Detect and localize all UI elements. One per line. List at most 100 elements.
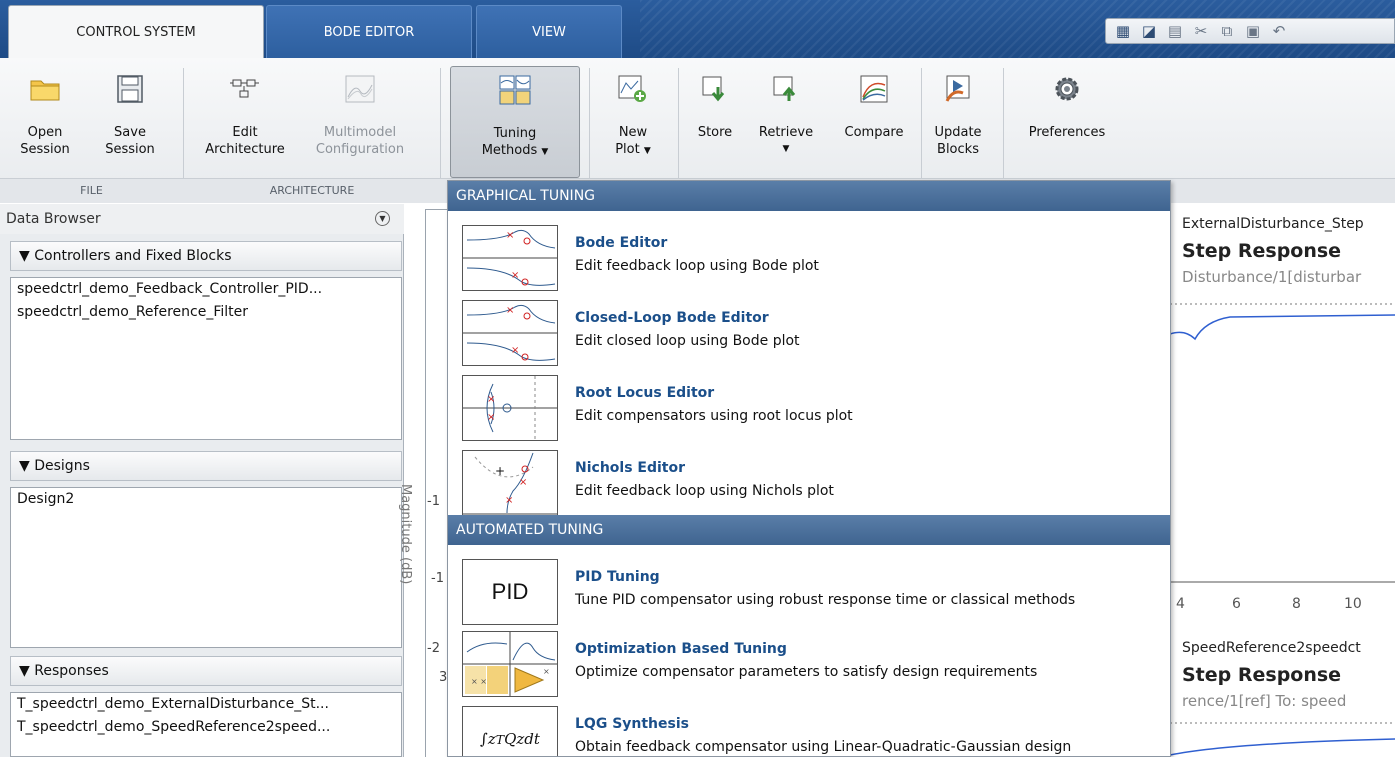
update-blocks-icon [941, 72, 975, 106]
plot-subtitle: Disturbance/1[disturbar [1182, 268, 1362, 286]
svg-text:+: + [495, 464, 505, 478]
bode-editor-icon: × × [462, 225, 558, 291]
closed-loop-bode-icon: × × [462, 300, 558, 366]
step-response-axes-top [1170, 303, 1395, 583]
list-item[interactable]: Design2 [11, 488, 401, 511]
dropdown-arrow-icon: ▼ [643, 146, 651, 156]
layout-icon[interactable]: ▦ [1112, 21, 1134, 41]
list-item[interactable]: T_speedctrl_demo_SpeedReference2speed... [11, 716, 401, 739]
plot-title: SpeedReference2speedct [1182, 640, 1361, 656]
collapse-arrow-icon: ▼ [19, 458, 30, 474]
menu-section-graphical-tuning: GRAPHICAL TUNING [448, 181, 1170, 211]
compare-icon [857, 72, 891, 106]
menu-item-optimization-based-tuning[interactable]: × × × Optimization Based Tuning Optimize … [448, 627, 1170, 702]
data-browser-header: Data Browser ▼ [0, 204, 404, 234]
section-header-designs[interactable]: ▼ Designs [10, 451, 402, 481]
new-plot-icon [616, 72, 650, 106]
menu-item-nichols-editor[interactable]: + × × Nichols Editor Edit feedback loop us… [448, 446, 1170, 521]
cut-icon[interactable]: ✂ [1190, 21, 1212, 41]
root-locus-icon: × × [462, 375, 558, 441]
gear-icon [1050, 72, 1084, 106]
group-label-file: FILE [80, 184, 103, 197]
menu-item-bode-editor[interactable]: × × Bode Editor Edit feedback loop using … [448, 221, 1170, 296]
collapse-arrow-icon: ▼ [19, 663, 30, 679]
optimization-icon: × × × [462, 631, 558, 697]
architecture-icon [228, 72, 262, 106]
y-tick-label: -2 [427, 641, 440, 656]
tuning-methods-icon [498, 73, 532, 107]
svg-text:×: × [487, 394, 495, 405]
dropdown-arrow-icon: ▼ [541, 147, 549, 157]
designs-list: Design2 [10, 487, 402, 648]
svg-text:×: × [511, 270, 519, 281]
copy-icon[interactable]: ⧉ [1216, 21, 1238, 41]
tab-view[interactable]: VIEW [476, 5, 622, 58]
toolstrip-tab-bar: CONTROL SYSTEM BODE EDITOR VIEW ▦ ◪ ▤ ✂ … [0, 0, 1395, 58]
list-item[interactable]: T_speedctrl_demo_ExternalDisturbance_St.… [11, 693, 401, 716]
y-tick-label: -1 [431, 571, 444, 586]
lqg-formula-icon: ∫z T Qzdt [462, 706, 558, 756]
group-label-architecture: ARCHITECTURE [269, 184, 355, 197]
quick-access-toolbar: ▦ ◪ ▤ ✂ ⧉ ▣ ↶ [1105, 18, 1395, 44]
tab-control-system[interactable]: CONTROL SYSTEM [8, 5, 264, 58]
x-tick-label: 4 [1176, 596, 1185, 612]
menu-item-root-locus-editor[interactable]: × × Root Locus Editor Edit compensators u… [448, 371, 1170, 446]
new-window-icon[interactable]: ◪ [1138, 21, 1160, 41]
y-tick-label: -1 [427, 494, 440, 509]
svg-text:×: × [506, 305, 514, 316]
paste-icon[interactable]: ▣ [1242, 21, 1264, 41]
list-item[interactable]: speedctrl_demo_Reference_Filter [11, 301, 401, 324]
menu-item-lqg-synthesis[interactable]: ∫z T Qzdt LQG Synthesis Obtain feedback co… [448, 702, 1170, 756]
x-tick-label: 10 [1344, 596, 1362, 612]
collapse-arrow-icon: ▼ [19, 248, 30, 264]
menu-section-automated-tuning: AUTOMATED TUNING [448, 515, 1170, 545]
svg-text:×: × [487, 412, 495, 423]
edit-architecture-button[interactable]: Edit Architecture [198, 72, 292, 158]
step-response-axes-bottom [1170, 722, 1395, 756]
svg-text:× ×: × × [471, 677, 487, 686]
list-item[interactable]: speedctrl_demo_Feedback_Controller_PID..… [11, 278, 401, 301]
plot-title: ExternalDisturbance_Step [1182, 216, 1364, 232]
update-blocks-button[interactable]: Update Blocks [927, 72, 989, 158]
step-response-plots: ExternalDisturbance_Step Step Response D… [1170, 204, 1395, 757]
retrieve-icon [769, 72, 803, 106]
x-tick-label: 6 [1232, 596, 1241, 612]
control-system-designer-window: CONTROL SYSTEM BODE EDITOR VIEW ▦ ◪ ▤ ✂ … [0, 0, 1395, 757]
y-axis-label: Magnitude (dB) [398, 484, 413, 585]
svg-text:×: × [543, 667, 550, 676]
preferences-button[interactable]: Preferences [1013, 72, 1121, 141]
tuning-methods-menu: GRAPHICAL TUNING × × Bode Editor Edit fee… [447, 180, 1171, 757]
x-tick-label: 8 [1292, 596, 1301, 612]
plot-heading: Step Response [1182, 664, 1342, 686]
pid-icon: PID [462, 559, 558, 625]
new-plot-button[interactable]: New Plot ▼ [603, 72, 663, 160]
store-button[interactable]: Store [690, 72, 740, 141]
menu-item-closed-loop-bode-editor[interactable]: × × Closed-Loop Bode Editor Edit closed l… [448, 296, 1170, 371]
svg-text:×: × [505, 495, 513, 506]
retrieve-button[interactable]: Retrieve ▼ [753, 72, 819, 158]
controllers-list: speedctrl_demo_Feedback_Controller_PID..… [10, 277, 402, 440]
save-icon[interactable]: ▤ [1164, 21, 1186, 41]
dropdown-arrow-icon: ▼ [782, 144, 790, 154]
section-header-controllers[interactable]: ▼ Controllers and Fixed Blocks [10, 241, 402, 271]
save-session-button[interactable]: Save Session [102, 72, 158, 158]
svg-text:×: × [519, 477, 527, 488]
open-session-button[interactable]: Open Session [18, 72, 72, 158]
data-browser-panel: Data Browser ▼ ▼ Controllers and Fixed B… [0, 204, 404, 757]
plot-subtitle: rence/1[ref] To: speed [1182, 692, 1347, 710]
multimodel-configuration-button[interactable]: Multimodel Configuration [298, 72, 422, 158]
svg-text:×: × [506, 230, 514, 241]
menu-item-pid-tuning[interactable]: PID PID Tuning Tune PID compensator usin… [448, 555, 1170, 630]
store-icon [698, 72, 732, 106]
svg-text:×: × [511, 345, 519, 356]
section-header-responses[interactable]: ▼ Responses [10, 656, 402, 686]
multimodel-icon [343, 72, 377, 106]
plot-heading: Step Response [1182, 240, 1342, 262]
tuning-methods-button[interactable]: Tuning Methods ▼ [450, 66, 580, 178]
tab-bode-editor[interactable]: BODE EDITOR [266, 5, 472, 58]
compare-button[interactable]: Compare [836, 72, 912, 141]
responses-list: T_speedctrl_demo_ExternalDisturbance_St.… [10, 692, 402, 757]
undo-icon[interactable]: ↶ [1268, 21, 1290, 41]
panel-menu-icon[interactable]: ▼ [375, 211, 390, 226]
nichols-editor-icon: + × × [462, 450, 558, 516]
